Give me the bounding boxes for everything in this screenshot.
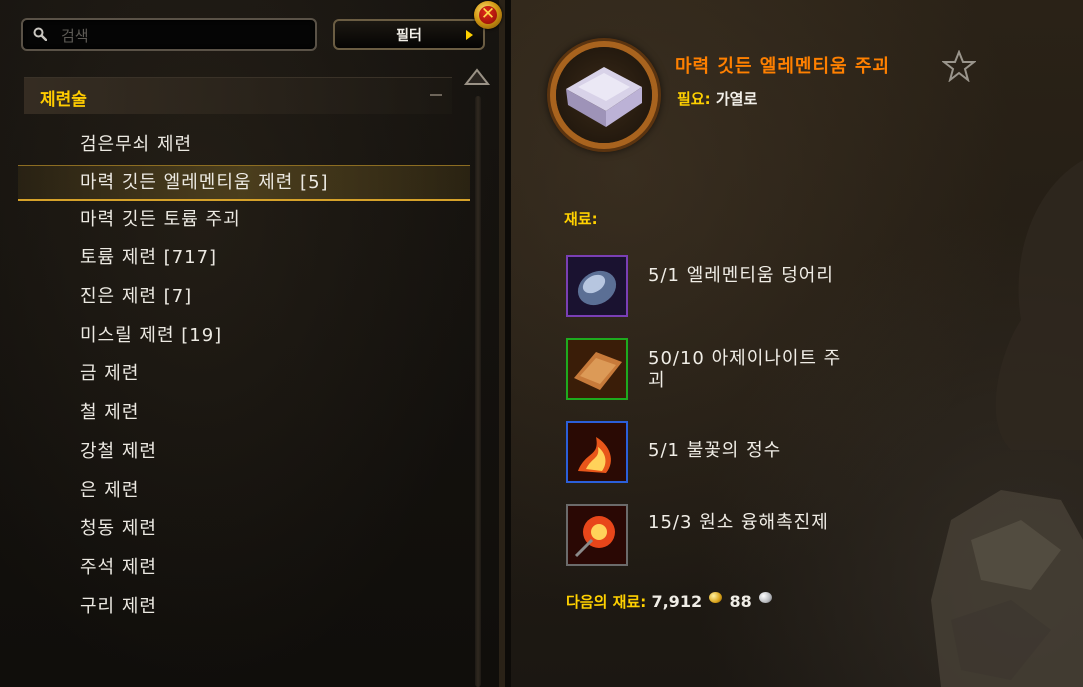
silver-coin-icon [759, 592, 773, 603]
cost-silver: 88 [729, 592, 752, 611]
requires-value: 가열로 [715, 90, 758, 108]
item-icon[interactable] [556, 47, 652, 143]
recipe-item[interactable]: 마력 깃든 토륨 주괴 [18, 201, 470, 240]
requires-line: 필요: 가열로 [677, 88, 757, 109]
reagent-text-3: 5/1 불꽃의 정수 [648, 440, 782, 461]
recipe-item[interactable]: 마력 깃든 엘레멘티움 제련 [5] [18, 164, 470, 201]
reagent-text-2: 50/10 아제이나이트 주괴 [648, 348, 842, 391]
recipe-item[interactable]: 구리 제련 [18, 588, 470, 627]
recipe-item[interactable]: 금 제련 [18, 355, 470, 394]
recipe-list: 검은무쇠 제련 마력 깃든 엘레멘티움 제련 [5] 마력 깃든 토륨 주괴 토륨 제… [18, 126, 470, 626]
cost-gold: 7,912 [651, 592, 703, 611]
favorite-star-icon[interactable] [942, 50, 976, 82]
search-box[interactable] [21, 18, 317, 51]
reagent-text-4: 15/3 원소 융해촉진제 [648, 512, 829, 533]
recipe-item[interactable]: 강철 제련 [18, 433, 470, 472]
recipe-item[interactable]: 진은 제련 [7] [18, 278, 470, 317]
essence-of-fire-icon [566, 421, 628, 483]
reagent-icon-4[interactable] [566, 504, 628, 566]
search-input[interactable] [59, 24, 313, 48]
azerite-ingot-icon [566, 338, 628, 400]
search-icon [33, 27, 47, 41]
category-header[interactable]: 제련술 [24, 77, 452, 114]
recipe-item[interactable]: 검은무쇠 제련 [18, 126, 470, 165]
recipe-item[interactable]: 미스릴 제련 [19] [18, 317, 470, 356]
item-name: 마력 깃든 엘레멘티움 주괴 [675, 56, 890, 77]
reagent-icon-1[interactable] [566, 255, 628, 317]
elementium-ore-icon [566, 255, 628, 317]
cost-label: 다음의 재료: [566, 593, 647, 611]
reagent-text-1: 5/1 엘레멘티움 덩어리 [648, 265, 834, 286]
elemental-flux-icon [566, 504, 628, 566]
recipe-item[interactable]: 은 제련 [18, 472, 470, 511]
collapse-icon[interactable] [430, 94, 442, 96]
close-button[interactable]: ✕ [474, 1, 502, 29]
recipe-item[interactable]: 주석 제련 [18, 549, 470, 588]
reagents-label: 재료: [564, 210, 598, 228]
scrollbar-track[interactable] [475, 96, 481, 687]
recipe-item[interactable]: 토륨 제련 [717] [18, 239, 470, 278]
filter-button[interactable]: 필터 [333, 19, 485, 50]
recipe-item[interactable]: 청동 제련 [18, 510, 470, 549]
category-label: 제련술 [40, 90, 87, 110]
ingot-icon [566, 67, 642, 127]
cost-line: 다음의 재료: 7,912 88 [566, 591, 774, 612]
requires-label: 필요: [677, 90, 711, 108]
reagent-icon-3[interactable] [566, 421, 628, 483]
scroll-up-icon[interactable] [463, 67, 491, 89]
close-icon: ✕ [480, 4, 496, 24]
recipe-item[interactable]: 철 제련 [18, 394, 470, 433]
gold-coin-icon [709, 592, 723, 603]
play-arrow-icon [466, 30, 473, 40]
reagent-icon-2[interactable] [566, 338, 628, 400]
filter-button-label: 필터 [396, 27, 422, 44]
background-rock-art [931, 160, 1083, 687]
recipe-list-panel: 필터 ✕ 제련술 검은무쇠 제련마력 깃든 엘레멘티움 제련 [5]마력 깃든 … [0, 0, 505, 687]
